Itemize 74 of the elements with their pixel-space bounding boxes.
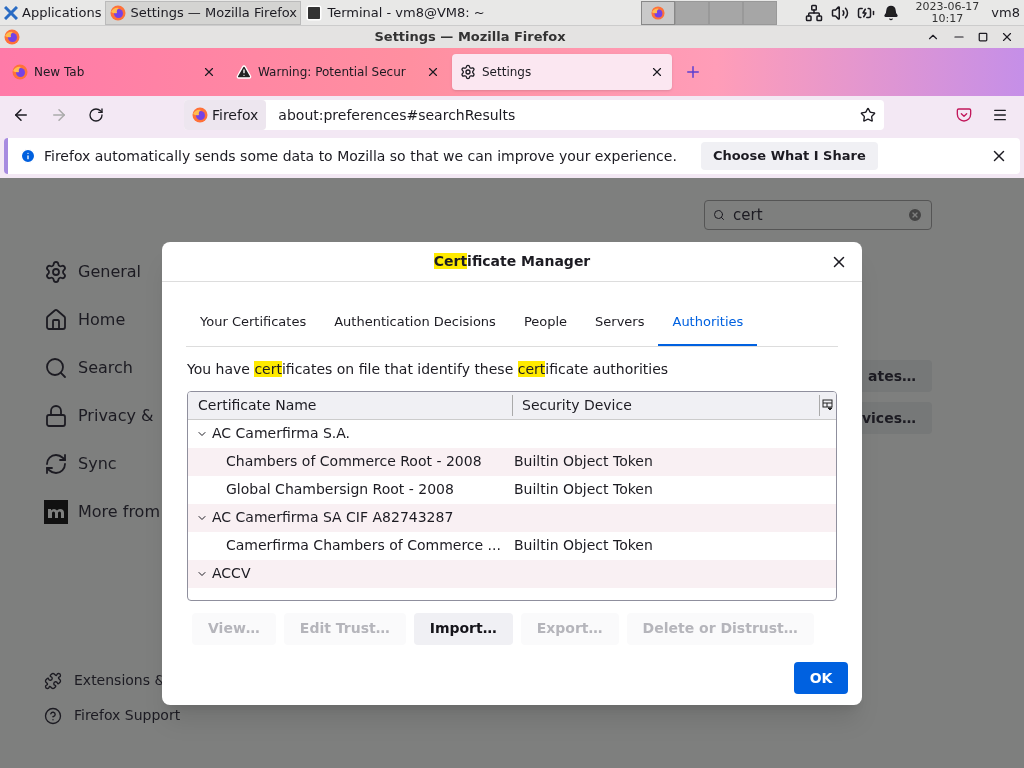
reload-icon[interactable] <box>88 107 104 123</box>
browser-logo-icon <box>110 4 127 21</box>
clock[interactable]: 2023-06-17 10:17 <box>915 0 980 25</box>
table-cell-text: Builtin Object Token <box>513 452 653 471</box>
volume-icon[interactable] <box>831 3 850 22</box>
column-header[interactable]: Security Device <box>513 394 820 416</box>
menu-icon[interactable] <box>992 107 1008 123</box>
sidebar-item[interactable]: General <box>44 258 200 286</box>
settings-icon <box>460 64 476 80</box>
table-cell-text: Builtin Object Token <box>513 536 653 555</box>
dialog-tab[interactable]: Authorities <box>658 312 758 346</box>
table-cell-text: AC Camerfirma S.A. <box>212 424 351 443</box>
home-icon <box>44 308 68 332</box>
info-icon <box>20 148 36 164</box>
notification-bell-icon[interactable] <box>883 4 900 21</box>
m-logo-icon <box>44 500 68 524</box>
user-name[interactable]: vm8 <box>991 2 1024 23</box>
pocket-icon[interactable] <box>956 107 972 123</box>
close-tab-icon[interactable] <box>650 65 664 79</box>
dialog-tab[interactable]: Servers <box>581 312 659 346</box>
close-tab-icon[interactable] <box>202 65 216 79</box>
terminal-icon <box>305 3 324 22</box>
table-row[interactable]: Chambers of Commerce Root - 2008 Builtin Object Token <box>188 447 836 476</box>
browser-logo-icon <box>192 107 208 123</box>
puzzle-icon <box>44 671 62 690</box>
table-cell-text: Global Chambersign Root - 2008 <box>225 480 455 499</box>
table-cell-text: Builtin Object Token <box>513 480 653 499</box>
choose-what-i-share-button[interactable]: Choose What I Share <box>700 142 878 170</box>
column-header[interactable]: Certificate Name <box>188 394 513 416</box>
help-icon <box>44 706 62 725</box>
maximize-icon[interactable] <box>978 32 988 42</box>
clear-icon[interactable] <box>907 207 923 223</box>
warning-icon <box>236 64 252 80</box>
table-cell-text: Camerfirma Chambers of Commerce ... <box>225 536 502 555</box>
taskbar-window-button[interactable]: Settings — Mozilla Firefox <box>105 0 302 25</box>
notification-message: Firefox automatically sends some data to Mozilla so that we can improve your experience. <box>44 146 677 166</box>
padlock-icon <box>44 404 68 428</box>
browser-tab[interactable]: Settings <box>452 54 672 90</box>
close-tab-icon[interactable] <box>426 65 440 79</box>
table-cell-text: Chambers of Commerce Root - 2008 <box>225 452 483 471</box>
window-title: Settings — Mozilla Firefox <box>373 28 567 47</box>
close-icon[interactable] <box>1000 30 1014 44</box>
taskbar-window-button[interactable]: Terminal - vm8@VM8: ~ <box>301 0 498 25</box>
browser-logo-icon <box>651 5 666 20</box>
browser-logo-icon <box>12 64 28 80</box>
table-row[interactable]: ACCV <box>188 559 836 588</box>
browser-logo-icon <box>4 29 20 45</box>
settings-icon <box>44 260 68 284</box>
dialog-tab[interactable]: People <box>509 312 582 346</box>
dialog-title: Certificate Manager <box>433 252 591 271</box>
action-button[interactable]: Import… <box>413 612 513 645</box>
table-cell-text: AC Camerfirma SA CIF A82743287 <box>212 508 454 527</box>
dialog-tab[interactable]: Authentication Decisions <box>320 312 510 346</box>
workspace-switcher[interactable] <box>641 0 778 25</box>
url-text: about:preferences#searchResults <box>278 105 517 125</box>
table-cell-text: ACCV <box>212 564 251 583</box>
back-icon[interactable] <box>12 106 30 124</box>
bookmark-star-icon[interactable] <box>860 107 876 123</box>
sidebar-link[interactable]: Firefox Support <box>44 705 200 726</box>
search-icon <box>44 356 68 380</box>
column-picker-icon[interactable] <box>822 399 834 411</box>
browser-tab[interactable]: Warning: Potential Secur <box>228 54 448 90</box>
x-logo-icon <box>4 5 18 20</box>
identity-box[interactable]: Firefox <box>184 100 267 130</box>
search-icon <box>713 209 725 221</box>
ok-button[interactable]: OK <box>794 662 848 694</box>
new-tab-icon[interactable] <box>684 63 702 81</box>
sync-icon <box>44 452 68 476</box>
address-bar[interactable]: Firefox about:preferences#searchResults <box>184 100 884 130</box>
network-icon[interactable] <box>805 3 824 22</box>
applications-menu[interactable]: Applications <box>0 0 106 25</box>
table-row[interactable]: AC Camerfirma SA CIF A82743287 <box>188 503 836 532</box>
search-field[interactable]: cert <box>704 200 932 230</box>
browser-tab[interactable]: New Tab <box>4 54 224 90</box>
